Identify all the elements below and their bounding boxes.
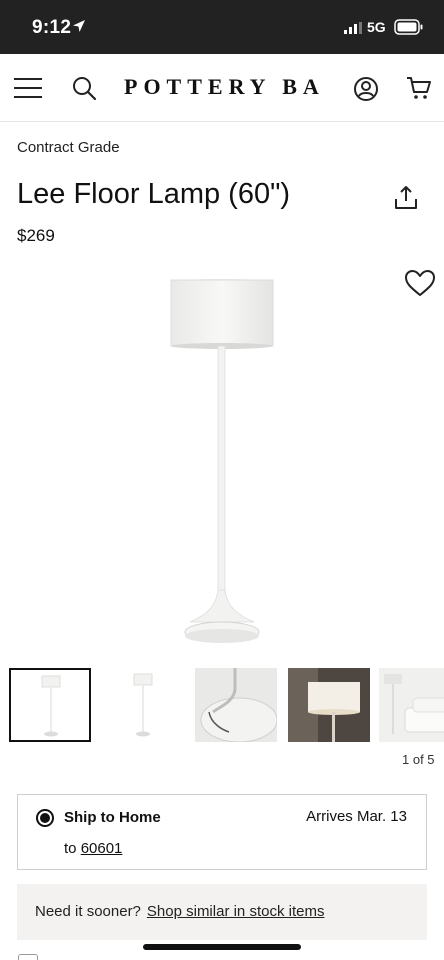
site-header: POTTERY BARN (0, 54, 444, 122)
header-divider (0, 121, 444, 122)
sooner-row: Need it sooner? Shop similar in stock ite… (35, 903, 324, 920)
ship-to-home-radio[interactable] (36, 809, 54, 827)
thumbnail-strip (9, 668, 444, 744)
partial-checkbox[interactable] (18, 954, 38, 960)
product-price: $269 (17, 226, 55, 245)
arrival-date: Arrives Mar. 13 (306, 808, 407, 825)
zip-code-link[interactable]: 60601 (81, 840, 123, 857)
battery-icon (394, 19, 423, 35)
account-icon[interactable] (352, 75, 380, 103)
search-icon[interactable] (70, 74, 98, 102)
gallery-counter: 1 of 5 (402, 752, 435, 767)
brand-logo[interactable]: POTTERY BARN (124, 74, 324, 102)
shop-in-stock-link[interactable]: Shop similar in stock items (147, 903, 325, 920)
home-indicator (143, 944, 301, 950)
product-title: Lee Floor Lamp (60") (17, 178, 291, 210)
heart-icon[interactable] (404, 268, 436, 298)
cart-icon[interactable] (405, 74, 433, 102)
network-label: 5G (367, 19, 386, 35)
sooner-prompt: Need it sooner? (35, 903, 141, 920)
thumbnail-1[interactable] (9, 668, 91, 742)
need-it-sooner-banner: Need it sooner? Shop similar in stock ite… (17, 884, 427, 940)
status-bar: 9:12 5G (0, 0, 444, 54)
ship-to-zip: to 60601 (64, 840, 122, 857)
ship-to-home-card[interactable]: Ship to Home Arrives Mar. 13 to 60601 (17, 794, 427, 870)
thumbnail-2[interactable] (102, 668, 184, 742)
ship-to-prefix: to (64, 840, 77, 857)
thumbnail-5[interactable] (379, 668, 444, 742)
status-time: 9:12 (32, 17, 72, 38)
ship-to-home-label: Ship to Home (64, 809, 161, 826)
product-main-image[interactable] (100, 270, 344, 654)
thumbnail-3[interactable] (195, 668, 277, 742)
signal-icon (344, 22, 362, 34)
hamburger-icon[interactable] (14, 78, 42, 98)
thumbnail-4[interactable] (288, 668, 370, 742)
product-category[interactable]: Contract Grade (17, 139, 120, 156)
location-arrow-icon (73, 20, 85, 32)
share-icon[interactable] (392, 184, 420, 212)
